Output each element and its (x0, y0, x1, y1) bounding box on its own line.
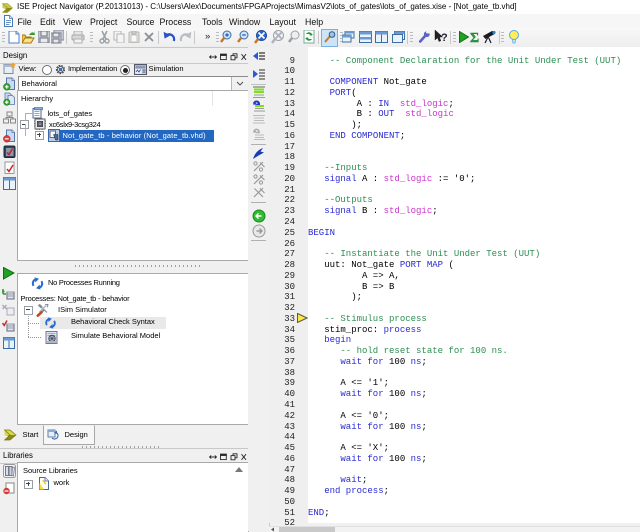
svg-text:?: ? (441, 32, 448, 44)
svg-text:Σ: Σ (470, 31, 479, 44)
